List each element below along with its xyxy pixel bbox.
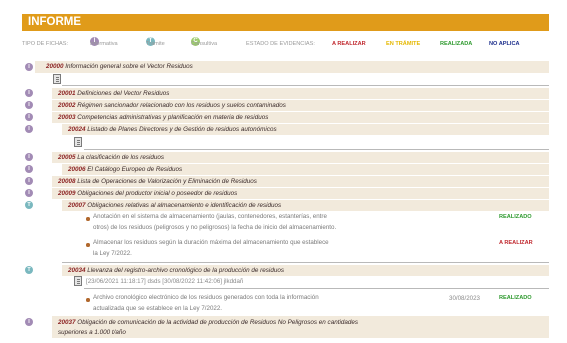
document-icon[interactable]	[74, 276, 82, 286]
row-text[interactable]: 20007 Obligaciones relativas al almacena…	[68, 202, 281, 209]
record-title: Listado de Planes Directores y de Gestió…	[87, 126, 277, 133]
evidence-text: Anotación en el sistema de almacenamient…	[93, 212, 336, 233]
record-code: 20005	[58, 154, 76, 161]
record-code: 20001	[58, 90, 76, 97]
legend-consultiva-label: Consultiva	[191, 41, 218, 47]
record-code: 20037	[58, 319, 76, 326]
record-code: 20002	[58, 102, 76, 109]
status-badge: A REALIZAR	[499, 240, 533, 246]
record-history: [23/06/2021 11:18:17] dsds [30/08/2022 1…	[86, 278, 244, 285]
record-20006[interactable]: I 20006 El Catálogo Europeo de Residuos	[22, 164, 549, 175]
evidence-text: Archivo cronológico electrónico de los r…	[93, 293, 319, 314]
info-icon[interactable]: I	[25, 318, 33, 326]
row-text[interactable]: 20034 Llevanza del registro-archivo cron…	[68, 267, 284, 274]
record-code: 20006	[68, 166, 86, 173]
info-icon[interactable]: I	[25, 125, 33, 133]
divider	[62, 262, 549, 263]
record-title: Información general sobre el Vector Resi…	[65, 63, 193, 70]
evidence-bullet	[86, 298, 90, 302]
evidence-line: Archivo cronológico electrónico de los r…	[93, 294, 319, 301]
status-badge: REALIZADO	[499, 214, 532, 220]
report-header: INFORME	[22, 14, 549, 31]
record-20007[interactable]: T 20007 Obligaciones relativas al almace…	[22, 200, 549, 211]
row-text[interactable]: 20001 Definiciones del Vector Residuos	[58, 90, 169, 97]
evidence-bullet	[86, 217, 90, 221]
record-code: 20034	[68, 267, 86, 274]
record-code: 20024	[68, 126, 86, 133]
record-20008[interactable]: I 20008 Lista de Operaciones de Valoriza…	[22, 176, 549, 187]
record-title: Obligaciones relativas al almacenamiento…	[87, 202, 282, 209]
info-icon[interactable]: I	[25, 63, 33, 71]
legend-state-a-realizar: A REALIZAR	[332, 41, 366, 47]
record-20037[interactable]: I 20037 Obligación de comunicación de la…	[22, 316, 549, 338]
evidence-line: la Ley 7/2022.	[93, 249, 132, 257]
record-code: 20008	[58, 178, 76, 185]
row-text[interactable]: 20000 Información general sobre el Vecto…	[46, 63, 193, 70]
row-text[interactable]: 20037 Obligación de comunicación de la a…	[58, 319, 358, 326]
legend-state-realizada: REALIZADA	[440, 41, 473, 47]
record-title: Régimen sancionador relacionado con los …	[77, 102, 286, 109]
record-20005[interactable]: I 20005 La clasificación de los residuos	[22, 152, 549, 163]
record-title: Lista de Operaciones de Valorización y E…	[77, 178, 257, 185]
record-20009[interactable]: I 20009 Obligaciones del productor inici…	[22, 188, 549, 199]
evidence-line: otros) de los residuos (peligrosos y no …	[93, 223, 337, 231]
info-icon[interactable]: I	[25, 101, 33, 109]
record-20003[interactable]: I 20003 Competencias administrativas y p…	[22, 112, 549, 123]
info-icon[interactable]: I	[25, 177, 33, 185]
record-title: El Catálogo Europeo de Residuos	[87, 166, 183, 173]
record-20000[interactable]: I 20000 Información general sobre el Vec…	[22, 61, 549, 85]
info-icon[interactable]: I	[25, 165, 33, 173]
record-code: 20009	[58, 190, 76, 197]
record-code: 20000	[46, 63, 64, 70]
record-title: Definiciones del Vector Residuos	[77, 90, 170, 97]
process-icon[interactable]: T	[25, 266, 33, 274]
info-icon[interactable]: I	[25, 153, 33, 161]
info-icon[interactable]: I	[25, 89, 33, 97]
legend-types-label: TIPO DE FICHAS:	[22, 41, 68, 47]
divider	[84, 288, 549, 289]
evidence-date: 30/08/2023	[449, 295, 480, 302]
row-text[interactable]: 20009 Obligaciones del productor inicial…	[58, 190, 237, 197]
legend-evidence-label: ESTADO DE EVIDENCIAS:	[246, 41, 315, 47]
row-text[interactable]: 20008 Lista de Operaciones de Valorizaci…	[58, 178, 257, 185]
evidence-line: actualizada que se establece en la Ley 7…	[93, 304, 223, 312]
status-badge: REALIZADO	[499, 295, 532, 301]
record-title: Obligación de comunicación de la activid…	[77, 319, 358, 326]
process-icon[interactable]: T	[25, 201, 33, 209]
record-title: Competencias administrativas y planifica…	[77, 114, 269, 121]
legend-informativa-label: Informativa	[90, 41, 118, 47]
info-icon[interactable]: I	[25, 113, 33, 121]
legend-tramite-label: Trámite	[146, 41, 165, 47]
row-text[interactable]: 20024 Listado de Planes Directores y de …	[68, 126, 277, 133]
legend-bar: TIPO DE FICHAS: I Informativa T Trámite CC…	[22, 37, 549, 51]
legend-state-no-aplica: NO APLICA	[489, 41, 520, 47]
legend-state-en-tramite: EN TRÁMITE	[386, 41, 421, 47]
evidence-line: Anotación en el sistema de almacenamient…	[93, 213, 327, 220]
record-20002[interactable]: I 20002 Régimen sancionador relacionado …	[22, 100, 549, 111]
row-text[interactable]: 20005 La clasificación de los residuos	[58, 154, 164, 161]
record-code: 20007	[68, 202, 86, 209]
evidence-line: Almacenar los residuos según la duración…	[93, 239, 329, 246]
record-20001[interactable]: I 20001 Definiciones del Vector Residuos	[22, 88, 549, 99]
evidence-text: Almacenar los residuos según la duración…	[93, 238, 329, 259]
record-title-cont: superiores a 1.000 t/año	[58, 329, 126, 336]
record-title: Obligaciones del productor inicial o pos…	[77, 190, 238, 197]
report-title: INFORME	[28, 16, 82, 28]
document-icon[interactable]	[53, 74, 61, 84]
record-title: La clasificación de los residuos	[77, 154, 165, 161]
row-text[interactable]: 20006 El Catálogo Europeo de Residuos	[68, 166, 182, 173]
row-text[interactable]: 20003 Competencias administrativas y pla…	[58, 114, 268, 121]
record-20034[interactable]: T 20034 Llevanza del registro-archivo cr…	[22, 265, 549, 287]
info-icon[interactable]: I	[25, 189, 33, 197]
row-text[interactable]: 20002 Régimen sancionador relacionado co…	[58, 102, 286, 109]
record-20024[interactable]: I 20024 Listado de Planes Directores y d…	[22, 124, 549, 148]
divider	[62, 85, 549, 86]
record-code: 20003	[58, 114, 76, 121]
record-title: Llevanza del registro-archivo cronológic…	[87, 267, 284, 274]
divider	[84, 149, 549, 150]
evidence-bullet	[86, 243, 90, 247]
document-icon[interactable]	[74, 137, 82, 147]
